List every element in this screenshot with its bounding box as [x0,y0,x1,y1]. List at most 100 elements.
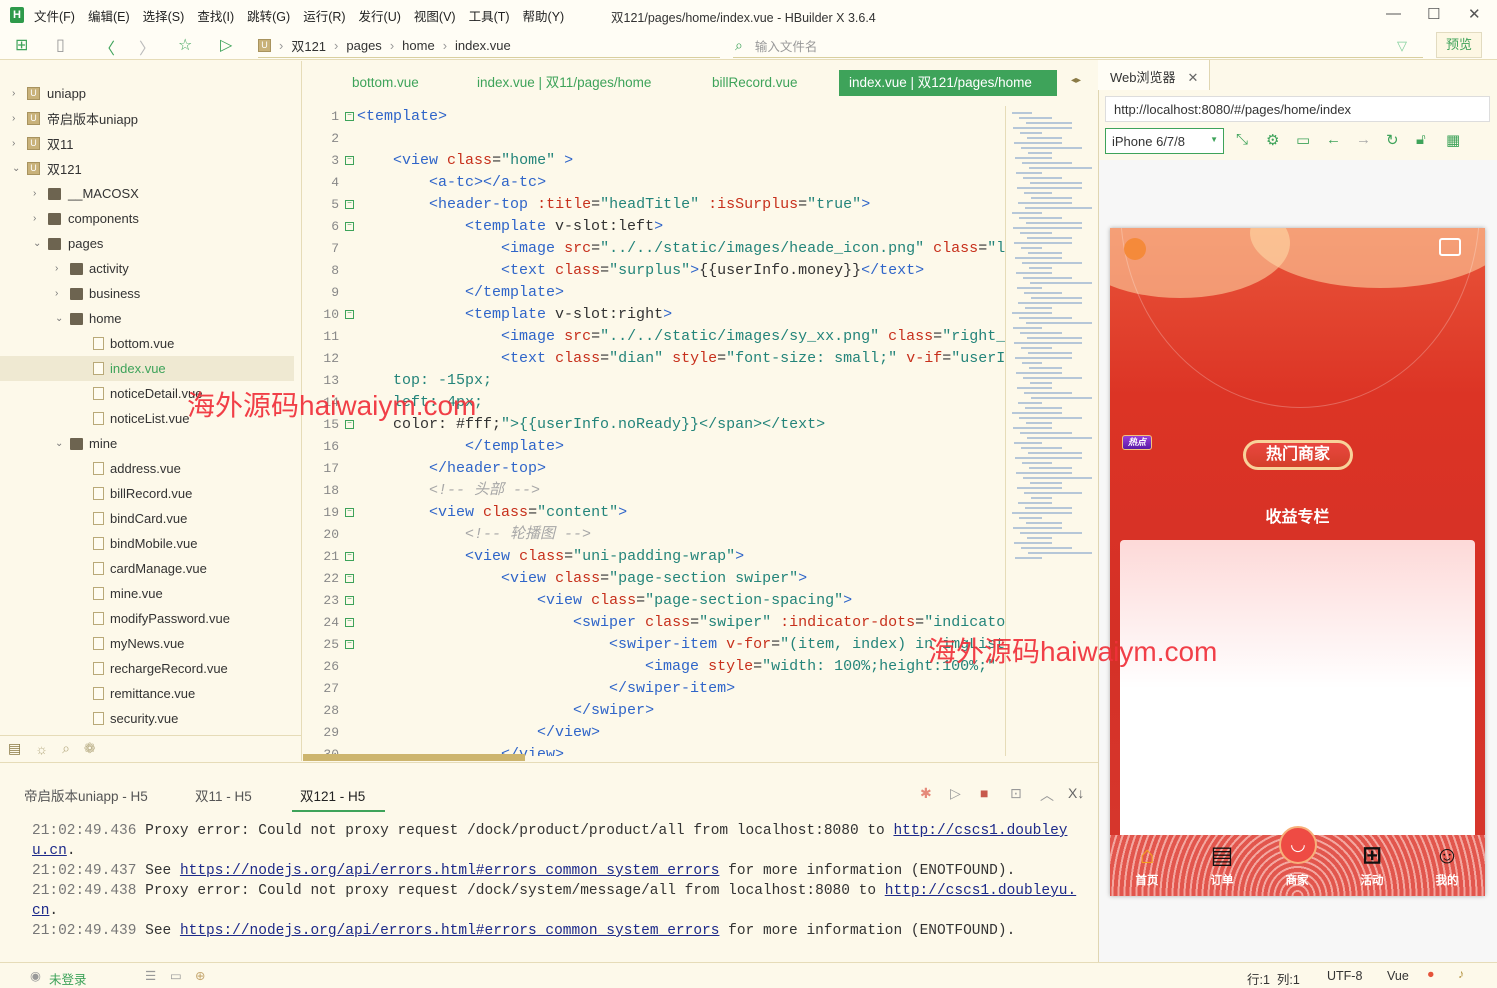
filter-icon[interactable]: ▽ [1397,38,1407,54]
tree-item[interactable]: index.vue [0,356,294,381]
new-file-icon[interactable]: ⊞ [15,35,28,55]
chevron-right-icon[interactable]: › [12,88,22,99]
login-status[interactable]: 未登录 [49,969,87,988]
fold-toggle-icon[interactable]: − [345,310,354,319]
tree-item[interactable]: security.vue [0,706,294,731]
tab-web-browser[interactable]: Web浏览器 ✕ [1098,60,1210,90]
tree-item[interactable]: › components [0,206,294,231]
tree-item[interactable]: bindMobile.vue [0,531,294,556]
chevron-right-icon[interactable]: › [33,188,43,199]
code-line[interactable]: 25− <swiper-item v-for="(item, index) in… [303,634,1005,656]
open-terminal-icon[interactable]: ⊡ [1010,785,1022,802]
code-line[interactable]: 27 </swiper-item> [303,678,1005,700]
terminal-icon[interactable]: ▭ [170,968,182,983]
globe-icon[interactable]: ⊕ [195,968,205,983]
code-line[interactable]: 28 </swiper> [303,700,1005,722]
unlock-icon[interactable]: 🔓︎ [1416,131,1426,148]
tree-item[interactable]: › activity [0,256,294,281]
code-line[interactable]: 8 <text class="surplus">{{userInfo.money… [303,260,1005,282]
code-line[interactable]: 4 <a-tc></a-tc> [303,172,1005,194]
fold-toggle-icon[interactable]: − [345,112,354,121]
hot-merchants-button[interactable]: 热门商家 [1243,440,1353,470]
tree-item[interactable]: remittance.vue [0,681,294,706]
file-search-input[interactable]: ⌕ 输入文件名 ▽ [733,34,1423,58]
tab-bottom-vue[interactable]: bottom.vue [342,70,429,96]
menu-publish[interactable]: 发行(U) [359,6,401,25]
tree-item[interactable]: mine.vue [0,581,294,606]
tree-item[interactable]: › Uuniapp [0,81,294,106]
preview-button[interactable]: 预览 [1436,32,1482,58]
fold-toggle-icon[interactable]: − [345,156,354,165]
app-tab-merchants[interactable]: 商家 [1267,842,1327,888]
tab-scroll-arrows-icon[interactable]: ◂▸ [1071,75,1081,86]
tree-item[interactable]: › business [0,281,294,306]
tree-item[interactable]: modifyPassword.vue [0,606,294,631]
code-line[interactable]: 5− <header-top :title="headTitle" :isSur… [303,194,1005,216]
chevron-down-icon[interactable]: ⌄ [55,313,65,324]
debug-icon[interactable]: ☼ [35,741,48,757]
menu-view[interactable]: 视图(V) [414,6,456,25]
chevron-right-icon[interactable]: › [12,113,22,124]
code-line[interactable]: 7 <image src="../../static/images/heade_… [303,238,1005,260]
console-tab-dq-h5[interactable]: 帝启版本uniapp - H5 [24,785,148,805]
menu-help[interactable]: 帮助(Y) [523,6,565,25]
code-line[interactable]: 19− <view class="content"> [303,502,1005,524]
fold-toggle-icon[interactable]: − [345,222,354,231]
menu-run[interactable]: 运行(R) [303,6,345,25]
tree-item[interactable]: rechargeRecord.vue [0,656,294,681]
breadcrumb-item[interactable]: index.vue [455,38,511,53]
breadcrumb-item[interactable]: pages [346,38,381,53]
tree-item[interactable]: bindCard.vue [0,506,294,531]
chevron-right-icon[interactable]: › [12,138,22,149]
code-line[interactable]: 10− <template v-slot:right> [303,304,1005,326]
fold-toggle-icon[interactable]: − [345,552,354,561]
bell-icon[interactable]: ♪ [1458,967,1464,981]
url-input[interactable]: http://localhost:8080/#/pages/home/index [1105,96,1490,122]
tree-item[interactable]: myNews.vue [0,631,294,656]
tree-item[interactable]: ⌄ pages [0,231,294,256]
fold-toggle-icon[interactable]: − [345,508,354,517]
star-icon[interactable]: ☆ [178,35,192,55]
menu-edit[interactable]: 编辑(E) [88,6,130,25]
tree-item[interactable]: bottom.vue [0,331,294,356]
play-icon[interactable]: ▷ [950,785,961,802]
tree-item[interactable]: › U 双11 [0,131,294,156]
run-icon[interactable]: ▷ [220,35,232,55]
menu-tools[interactable]: 工具(T) [469,6,510,25]
chevron-down-icon[interactable]: ⌄ [12,163,22,174]
debug-bug-icon[interactable]: ✱ [920,785,932,802]
app-tab-orders[interactable]: ▤ 订单 [1192,842,1252,888]
code-line[interactable]: 24− <swiper class="swiper" :indicator-do… [303,612,1005,634]
code-editor[interactable]: 1− <template> 2 3− <view class="home" >4 <a… [303,106,1005,756]
code-line[interactable]: 18 <!-- 头部 --> [303,480,1005,502]
clear-console-icon[interactable]: X↓ [1068,785,1084,801]
forward-icon[interactable]: 〉 [139,35,155,59]
menu-file[interactable]: 文件(F) [34,6,75,25]
breadcrumb-item[interactable]: 双121 [291,36,326,55]
search-icon[interactable]: ⌕ [62,740,70,757]
chevron-down-icon[interactable]: ⌄ [33,238,43,249]
plugin-icon[interactable]: ❁ [84,740,96,757]
tree-item[interactable]: billRecord.vue [0,481,294,506]
cursor-position[interactable]: 行:1 列:1 [1247,969,1300,988]
console-tab-shuang121-h5[interactable]: 双121 - H5 [292,785,386,812]
log-link[interactable]: https://nodejs.org/api/errors.html#error… [180,923,720,939]
tree-item[interactable]: ⌄ U 双121 [0,156,294,181]
console-icon[interactable]: ▭ [1296,131,1310,149]
tree-item[interactable]: ⌄ mine [0,431,294,456]
list-icon[interactable]: ☰ [145,968,156,983]
code-line[interactable]: 29 </view> [303,722,1005,744]
code-line[interactable]: 16 </template> [303,436,1005,458]
chevron-right-icon[interactable]: › [33,213,43,224]
fold-toggle-icon[interactable]: − [345,618,354,627]
close-tab-icon[interactable]: ✕ [1188,70,1199,85]
maximize-icon[interactable]: ☐ [1427,5,1440,23]
code-line[interactable]: 9 </template> [303,282,1005,304]
chevron-down-icon[interactable]: ⌄ [55,438,65,449]
close-icon[interactable]: ✕ [1468,5,1481,23]
code-line[interactable]: 26 <image style="width: 100%;height:100%… [303,656,1005,678]
menu-find[interactable]: 查找(I) [197,6,234,25]
code-line[interactable]: 1− <template> [303,106,1005,128]
chevron-right-icon[interactable]: › [55,263,65,274]
language-mode[interactable]: Vue [1387,969,1409,983]
